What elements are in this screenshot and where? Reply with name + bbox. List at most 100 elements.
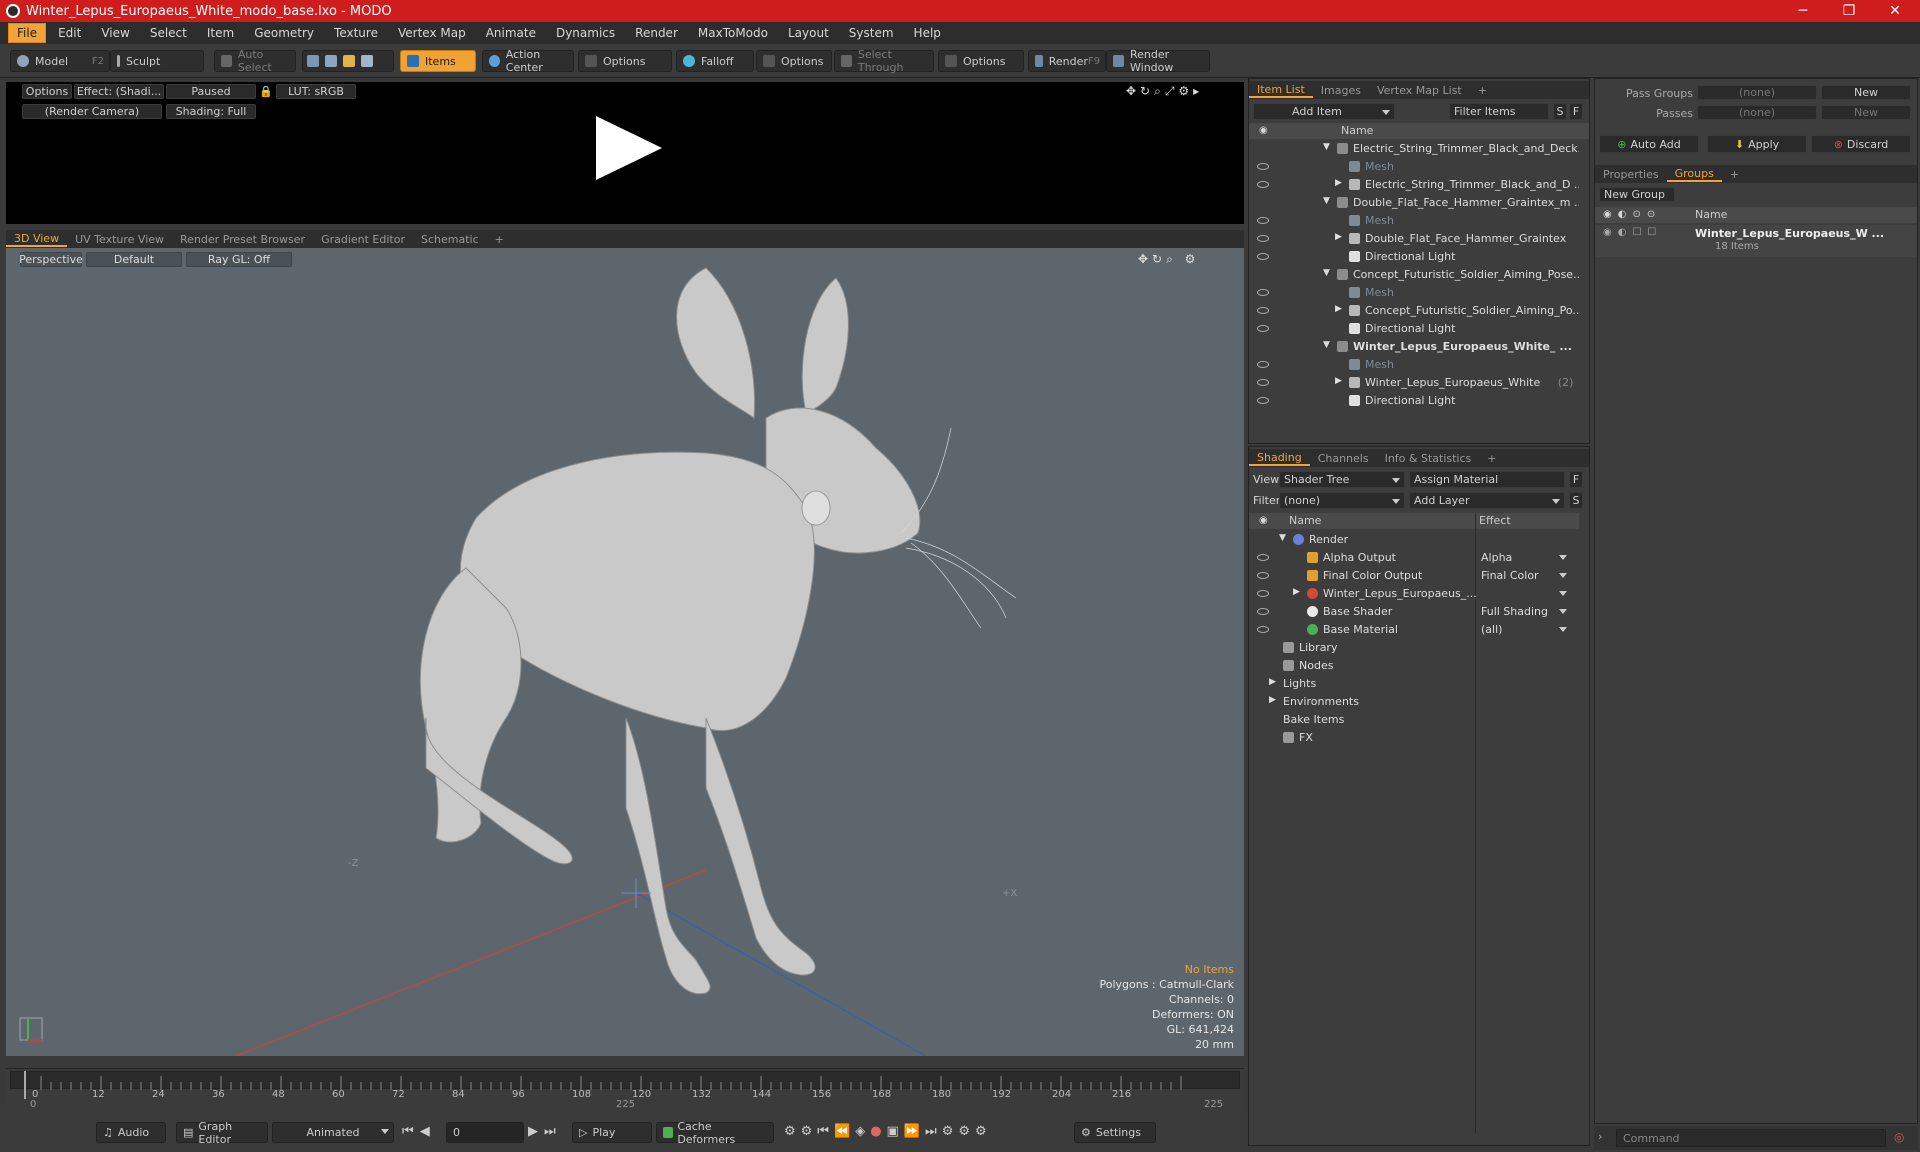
menu-render[interactable]: Render (627, 24, 686, 42)
render-button[interactable]: Render F9 (1028, 50, 1106, 72)
lock-icon[interactable]: 🔒 (260, 84, 272, 99)
shader-row[interactable]: Final Color Output Final Color (1249, 567, 1579, 585)
shader-row[interactable]: Alpha Output Alpha (1249, 549, 1579, 567)
visibility-eye-icon[interactable] (1257, 217, 1269, 224)
menu-dynamics[interactable]: Dynamics (548, 24, 623, 42)
shader-row[interactable]: ▶ Winter_Lepus_Europaeus_... (1249, 585, 1579, 603)
effect-value[interactable]: Final Color (1481, 569, 1539, 582)
visibility-eye-icon[interactable] (1257, 361, 1269, 368)
pass-groups-dropdown[interactable]: (none) (1697, 85, 1817, 100)
visibility-eye-icon[interactable] (1257, 325, 1269, 332)
effect-value[interactable]: Full Shading (1481, 605, 1548, 618)
command-input[interactable]: Command (1616, 1129, 1886, 1147)
item-row[interactable]: Mesh (1249, 158, 1579, 176)
expand-down-icon[interactable]: ▼ (1279, 533, 1286, 543)
visibility-eye-icon[interactable] (1257, 379, 1269, 386)
shader-row[interactable]: Nodes (1249, 657, 1579, 675)
passes-dropdown[interactable]: (none) (1697, 105, 1817, 120)
item-row[interactable]: Directional Light (1249, 392, 1579, 410)
shading-f-button[interactable]: F (1569, 471, 1583, 488)
edges-icon[interactable] (325, 55, 337, 67)
animated-dropdown[interactable]: Animated (272, 1122, 394, 1143)
item-row[interactable]: Directional Light (1249, 248, 1579, 266)
add-item-dropdown[interactable]: Add Item (1253, 103, 1395, 120)
visibility-eye-icon[interactable] (1257, 572, 1269, 579)
visibility-eye-icon[interactable] (1257, 307, 1269, 314)
tab-vertex-map-list[interactable]: Vertex Map List (1369, 84, 1470, 97)
group-item[interactable]: ◉◐☐☐ Winter_Lepus_Europaeus_W ... 18 Ite… (1595, 225, 1917, 257)
visibility-eye-icon[interactable] (1257, 181, 1269, 188)
item-row[interactable]: ▶Double_Flat_Face_Hammer_Graintex(2) (1249, 230, 1579, 248)
shader-row[interactable]: Bake Items (1249, 711, 1579, 729)
visibility-eye-icon[interactable] (1257, 554, 1269, 561)
menu-maxtomodo[interactable]: MaxToModo (690, 24, 776, 42)
materials-icon[interactable] (361, 55, 373, 67)
timeline-ruler[interactable] (10, 1071, 1240, 1090)
tab-images[interactable]: Images (1313, 84, 1369, 97)
audio-button[interactable]: ♫ Audio (96, 1122, 166, 1143)
view-dropdown[interactable]: Shader Tree (1279, 471, 1405, 488)
expand-down-icon[interactable]: ▼ (1323, 340, 1330, 350)
item-row[interactable]: Mesh (1249, 284, 1579, 302)
visibility-eye-icon[interactable] (1257, 397, 1269, 404)
render-camera-dropdown[interactable]: (Render Camera) (22, 104, 162, 119)
item-row[interactable]: ▼ Winter_Lepus_Europaeus_White_ ... (1249, 338, 1579, 356)
polygons-icon[interactable] (343, 55, 355, 67)
play-icon[interactable] (596, 116, 662, 180)
dropdown-arrow-icon[interactable] (1559, 555, 1567, 560)
raygl-toggle[interactable]: Ray GL: Off (186, 252, 292, 267)
tab-properties[interactable]: Properties (1595, 168, 1667, 181)
expand-right-icon[interactable]: ▶ (1335, 304, 1342, 314)
items-button[interactable]: Items (400, 50, 476, 72)
auto-select-button[interactable]: Auto Select (214, 48, 296, 74)
dropdown-arrow-icon[interactable] (1559, 591, 1567, 596)
timeline[interactable]: 0 12 24 36 48 60 72 84 96 108 120 132 144 156 168 180 19… (6, 1068, 1244, 1110)
close-button[interactable]: ✕ (1872, 0, 1918, 22)
effect-dropdown[interactable]: Effect: (Shadi... (74, 84, 164, 99)
visibility-eye-icon[interactable] (1257, 163, 1269, 170)
item-row[interactable]: Mesh (1249, 356, 1579, 374)
tab-3d-view[interactable]: 3D View (6, 232, 68, 247)
auto-add-button[interactable]: ⊕ Auto Add (1599, 135, 1699, 153)
dropdown-arrow-icon[interactable] (1559, 609, 1567, 614)
tab-gradient-editor[interactable]: Gradient Editor (313, 233, 413, 246)
menu-view[interactable]: View (93, 24, 137, 42)
model-button[interactable]: Model F2 (10, 50, 110, 72)
visibility-eye-icon[interactable] (1257, 608, 1269, 615)
sculpt-button[interactable]: Sculpt (110, 50, 204, 72)
shader-row[interactable]: FX (1249, 729, 1579, 747)
menu-layout[interactable]: Layout (780, 24, 837, 42)
frame-input[interactable]: 0 (446, 1122, 524, 1143)
item-row[interactable]: ▶ Electric_String_Trimmer_Black_and_D ... (1249, 176, 1579, 194)
command-expand-icon[interactable]: › (1598, 1130, 1602, 1143)
render-view-controls[interactable]: ✥↻⌕⤢⚙▸ (1126, 84, 1203, 99)
menu-select[interactable]: Select (142, 24, 195, 42)
filter-dropdown[interactable]: (none) (1279, 492, 1405, 509)
expand-right-icon[interactable]: ▶ (1293, 587, 1300, 597)
add-tab-button[interactable]: + (487, 233, 512, 246)
render-options-button[interactable]: Options (22, 84, 72, 99)
shader-row[interactable]: Library (1249, 639, 1579, 657)
filter-items-input[interactable]: Filter Items (1449, 103, 1549, 120)
render-window-button[interactable]: Render Window (1106, 48, 1210, 74)
add-tab-button[interactable]: + (1479, 452, 1504, 465)
filter-f-button[interactable]: F (1569, 103, 1583, 120)
tab-info-statistics[interactable]: Info & Statistics (1377, 452, 1480, 465)
options-button-2[interactable]: Options (756, 50, 832, 72)
expand-down-icon[interactable]: ▼ (1323, 268, 1330, 278)
menu-vertex-map[interactable]: Vertex Map (390, 24, 474, 42)
options-button-1[interactable]: Options (578, 50, 672, 72)
filter-s-button[interactable]: S (1553, 103, 1567, 120)
viewport-nav-controls[interactable]: ✥↻⌕ ⚙ (1138, 252, 1199, 267)
tab-shading[interactable]: Shading (1249, 451, 1310, 466)
vertices-icon[interactable] (307, 55, 319, 67)
new-pass-group-button[interactable]: New (1821, 85, 1911, 100)
shader-row[interactable]: ▶ Lights (1249, 675, 1579, 693)
menu-texture[interactable]: Texture (326, 24, 386, 42)
add-tab-button[interactable]: + (1470, 84, 1495, 97)
shading-s-button[interactable]: S (1569, 492, 1583, 509)
expand-down-icon[interactable]: ▼ (1323, 142, 1330, 152)
item-row[interactable]: ▼ Electric_String_Trimmer_Black_and_Deck.… (1249, 140, 1579, 158)
paused-button[interactable]: Paused (166, 84, 256, 99)
perspective-dropdown[interactable]: Perspective (19, 252, 83, 267)
